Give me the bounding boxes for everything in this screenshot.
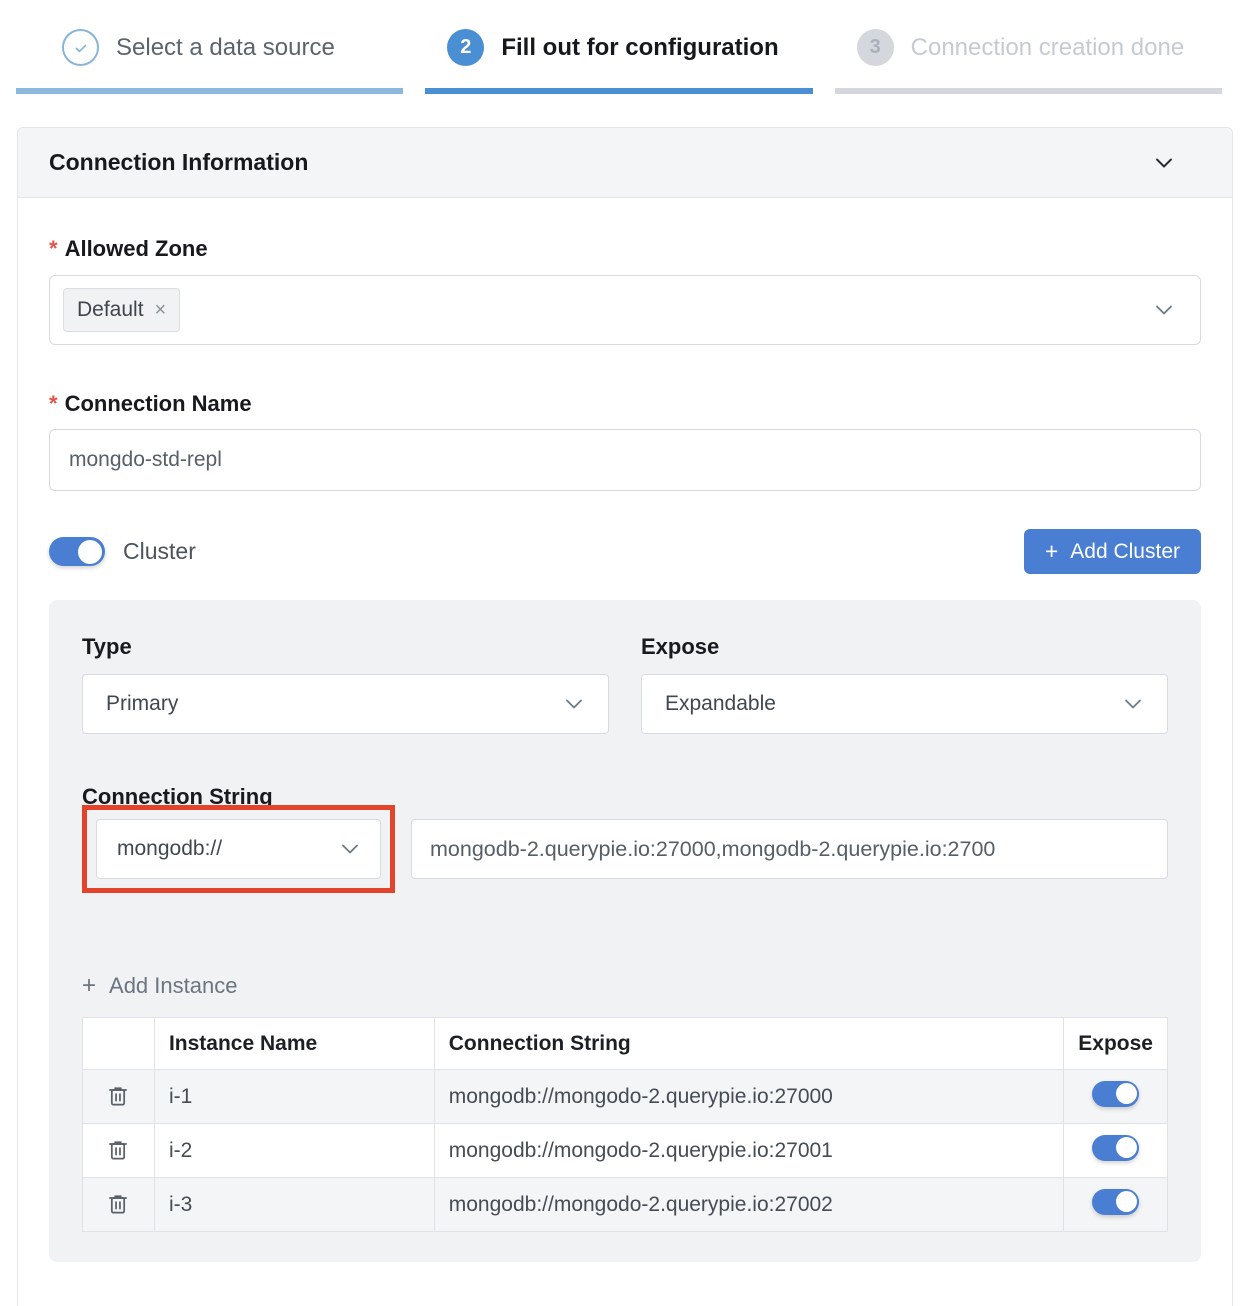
toggle-knob bbox=[1116, 1137, 1137, 1158]
type-select-value: Primary bbox=[106, 692, 178, 716]
step-select-data-source[interactable]: Select a data source bbox=[16, 29, 403, 94]
instance-name-column-header: Instance Name bbox=[154, 1018, 434, 1070]
add-instance-button[interactable]: + Add Instance bbox=[82, 973, 237, 999]
table-row: i-2 mongodb://mongodo-2.querypie.io:2700… bbox=[83, 1124, 1168, 1178]
annotation-highlight-box: mongodb:// bbox=[82, 805, 395, 893]
step-progress-bar bbox=[16, 88, 403, 94]
trash-icon bbox=[105, 1137, 131, 1163]
cluster-toggle-label: Cluster bbox=[123, 538, 196, 565]
expose-label: Expose bbox=[641, 634, 1168, 660]
chevron-down-icon bbox=[1152, 298, 1176, 322]
step-label: Connection creation done bbox=[911, 34, 1185, 62]
toggle-knob bbox=[1116, 1083, 1137, 1104]
chevron-down-icon bbox=[338, 837, 362, 861]
step-fill-configuration[interactable]: 2 Fill out for configuration bbox=[425, 29, 812, 94]
instance-name-cell: i-1 bbox=[154, 1070, 434, 1124]
connection-information-panel: Connection Information * Allowed Zone De… bbox=[17, 127, 1233, 1306]
chevron-down-icon bbox=[562, 692, 586, 716]
connection-name-input[interactable] bbox=[49, 429, 1201, 491]
type-label: Type bbox=[82, 634, 609, 660]
required-asterisk: * bbox=[49, 391, 58, 417]
step-number-badge: 2 bbox=[447, 29, 484, 66]
trash-icon bbox=[105, 1083, 131, 1109]
connection-scheme-select[interactable]: mongodb:// bbox=[96, 819, 381, 879]
add-instance-label: Add Instance bbox=[109, 973, 237, 999]
step-connection-done[interactable]: 3 Connection creation done bbox=[835, 29, 1222, 94]
connection-string-cell: mongodb://mongodo-2.querypie.io:27001 bbox=[434, 1124, 1064, 1178]
step-progress-bar bbox=[425, 88, 812, 94]
expose-toggle[interactable] bbox=[1092, 1189, 1139, 1215]
expose-select-value: Expandable bbox=[665, 692, 776, 716]
step-label: Select a data source bbox=[116, 34, 335, 62]
delete-column-header bbox=[83, 1018, 155, 1070]
step-number-badge: 3 bbox=[857, 29, 894, 66]
chevron-down-icon bbox=[1121, 692, 1145, 716]
expose-column-header: Expose bbox=[1064, 1018, 1168, 1070]
allowed-zone-select[interactable]: Default × bbox=[49, 275, 1201, 345]
required-asterisk: * bbox=[49, 236, 58, 262]
instances-table: Instance Name Connection String Expose bbox=[82, 1017, 1168, 1232]
toggle-knob bbox=[78, 540, 102, 564]
tag-label: Default bbox=[77, 298, 144, 322]
connection-name-label: * Connection Name bbox=[49, 391, 1201, 417]
table-row: i-3 mongodb://mongodo-2.querypie.io:2700… bbox=[83, 1178, 1168, 1232]
instance-name-cell: i-2 bbox=[154, 1124, 434, 1178]
delete-instance-button[interactable] bbox=[101, 1079, 135, 1113]
table-header-row: Instance Name Connection String Expose bbox=[83, 1018, 1168, 1070]
cluster-toggle[interactable] bbox=[49, 537, 105, 566]
plus-icon: + bbox=[82, 974, 96, 998]
scheme-select-value: mongodb:// bbox=[117, 837, 222, 861]
expose-select[interactable]: Expandable bbox=[641, 674, 1168, 734]
delete-instance-button[interactable] bbox=[101, 1187, 135, 1221]
add-cluster-button[interactable]: + Add Cluster bbox=[1024, 529, 1201, 574]
panel-header: Connection Information bbox=[18, 128, 1232, 198]
connection-string-cell: mongodb://mongodo-2.querypie.io:27000 bbox=[434, 1070, 1064, 1124]
wizard-stepper: Select a data source 2 Fill out for conf… bbox=[16, 0, 1222, 94]
cluster-config-panel: Type Primary Expose Expandable bbox=[49, 600, 1201, 1262]
plus-icon: + bbox=[1045, 540, 1058, 563]
step-progress-bar bbox=[835, 88, 1222, 94]
add-cluster-label: Add Cluster bbox=[1070, 540, 1180, 564]
tag-remove-icon[interactable]: × bbox=[155, 300, 167, 320]
type-select[interactable]: Primary bbox=[82, 674, 609, 734]
expose-toggle[interactable] bbox=[1092, 1135, 1139, 1161]
connection-string-column-header: Connection String bbox=[434, 1018, 1064, 1070]
trash-icon bbox=[105, 1191, 131, 1217]
table-row: i-1 mongodb://mongodo-2.querypie.io:2700… bbox=[83, 1070, 1168, 1124]
instance-name-cell: i-3 bbox=[154, 1178, 434, 1232]
step-done-check-icon bbox=[62, 29, 99, 66]
step-label: Fill out for configuration bbox=[501, 34, 778, 62]
allowed-zone-tag: Default × bbox=[63, 288, 180, 332]
delete-instance-button[interactable] bbox=[101, 1133, 135, 1167]
allowed-zone-label: * Allowed Zone bbox=[49, 236, 1201, 262]
connection-string-input[interactable] bbox=[411, 819, 1168, 879]
panel-title: Connection Information bbox=[49, 149, 308, 176]
toggle-knob bbox=[1116, 1191, 1137, 1212]
expose-toggle[interactable] bbox=[1092, 1081, 1139, 1107]
collapse-chevron-down-icon[interactable] bbox=[1152, 151, 1176, 175]
connection-string-cell: mongodb://mongodo-2.querypie.io:27002 bbox=[434, 1178, 1064, 1232]
